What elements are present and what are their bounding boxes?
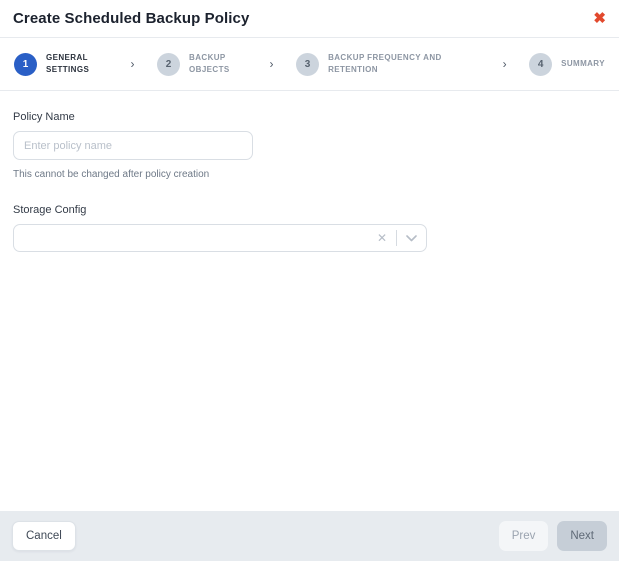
chevron-right-icon: ›	[503, 58, 507, 70]
step-backup-frequency-and-retention[interactable]: 3 Backup Frequency and Retention	[296, 52, 480, 76]
modal-footer: Cancel Prev Next	[0, 511, 619, 561]
step-backup-objects[interactable]: 2 Backup Objects	[157, 52, 247, 76]
footer-right-buttons: Prev Next	[499, 521, 607, 551]
storage-config-field-group: Storage Config ✕	[13, 204, 606, 252]
chevron-right-icon: ›	[131, 58, 135, 70]
step-number-badge: 1	[14, 53, 37, 76]
step-label: Backup Objects	[189, 52, 247, 76]
step-number-badge: 4	[529, 53, 552, 76]
step-label: General Settings	[46, 52, 108, 76]
policy-name-field-group: Policy Name This cannot be changed after…	[13, 111, 606, 180]
wizard-stepper: 1 General Settings › 2 Backup Objects › …	[0, 38, 619, 91]
step-general-settings[interactable]: 1 General Settings	[14, 52, 108, 76]
chevron-right-icon: ›	[270, 58, 274, 70]
cancel-button[interactable]: Cancel	[12, 521, 76, 551]
policy-name-helper-text: This cannot be changed after policy crea…	[13, 169, 606, 180]
modal-title: Create Scheduled Backup Policy	[13, 10, 249, 27]
next-button[interactable]: Next	[557, 521, 607, 551]
step-label: Backup Frequency and Retention	[328, 52, 480, 76]
modal-body: Policy Name This cannot be changed after…	[0, 91, 619, 511]
policy-name-input[interactable]	[13, 131, 253, 160]
close-icon[interactable]: ✖	[593, 11, 606, 26]
storage-config-select[interactable]: ✕	[13, 224, 427, 252]
chevron-down-icon[interactable]	[397, 235, 426, 242]
step-number-badge: 2	[157, 53, 180, 76]
clear-icon[interactable]: ✕	[368, 232, 396, 244]
step-summary[interactable]: 4 Summary	[529, 53, 605, 76]
step-label: Summary	[561, 58, 605, 70]
modal-header: Create Scheduled Backup Policy ✖	[0, 0, 619, 38]
prev-button[interactable]: Prev	[499, 521, 549, 551]
step-number-badge: 3	[296, 53, 319, 76]
storage-config-label: Storage Config	[13, 204, 606, 216]
create-scheduled-backup-policy-modal: Create Scheduled Backup Policy ✖ 1 Gener…	[0, 0, 619, 561]
policy-name-label: Policy Name	[13, 111, 606, 123]
